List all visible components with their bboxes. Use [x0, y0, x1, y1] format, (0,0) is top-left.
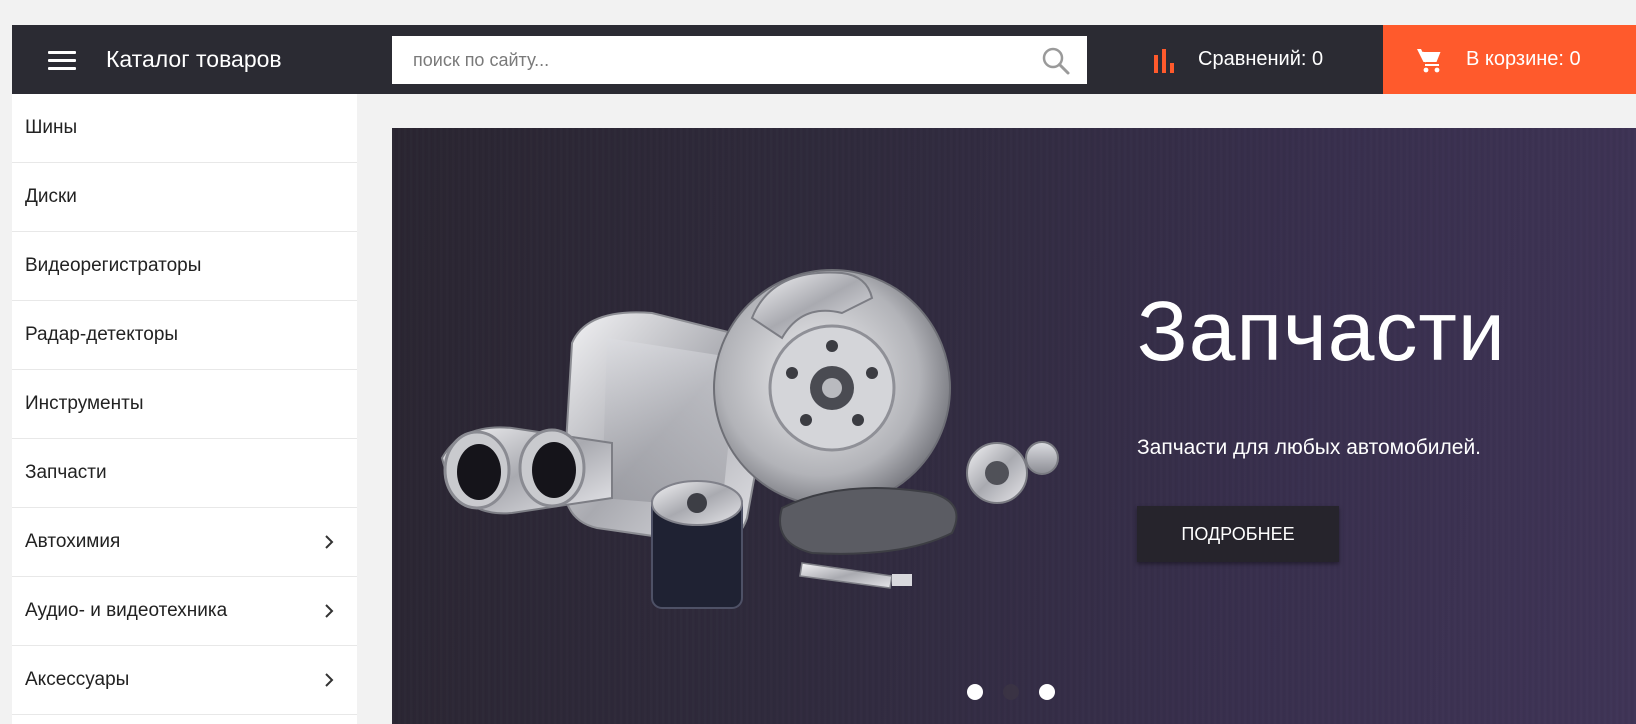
sidebar-item-label: Шины: [25, 117, 78, 138]
sidebar-item-tires[interactable]: Шины: [12, 94, 357, 163]
auto-parts-image: [440, 269, 1059, 609]
slide-dot-3[interactable]: [1039, 684, 1055, 700]
chevron-right-icon: [325, 535, 334, 549]
chevron-right-icon: [325, 604, 334, 618]
sidebar-item-audio-video[interactable]: Аудио- и видеотехника: [12, 577, 357, 646]
banner-subtitle: Запчасти для любых автомобилей.: [1137, 436, 1482, 459]
sidebar-item-label: Инструменты: [25, 393, 144, 414]
chevron-right-icon: [325, 673, 334, 687]
slide-dot-2[interactable]: [1003, 684, 1019, 700]
sidebar-item-dashcams[interactable]: Видеорегистраторы: [12, 232, 357, 301]
bar-chart-icon: [1154, 48, 1174, 73]
sidebar-item-label: Аксессуары: [25, 669, 130, 690]
sidebar-item-parts[interactable]: Запчасти: [12, 439, 357, 508]
details-button[interactable]: ПОДРОБНЕЕ: [1137, 506, 1339, 562]
sidebar-item-label: Радар-детекторы: [25, 324, 179, 345]
sidebar-item-label: Запчасти: [25, 462, 107, 483]
cart-button[interactable]: В корзине: 0: [1383, 25, 1636, 94]
catalog-label: Каталог товаров: [106, 46, 282, 72]
sidebar-item-autochemistry[interactable]: Автохимия: [12, 508, 357, 577]
sidebar-item-accessories[interactable]: Аксессуары: [12, 646, 357, 715]
sidebar-item-tools[interactable]: Инструменты: [12, 370, 357, 439]
slide-dot-1[interactable]: [967, 684, 983, 700]
search-input[interactable]: [392, 36, 1013, 84]
hero-banner: Запчасти Запчасти для любых автомобилей.…: [392, 128, 1636, 724]
top-bar: Каталог товаров Сравнений: 0 В корзине: …: [12, 25, 1636, 94]
sidebar-item-label: Видеорегистраторы: [25, 255, 202, 276]
sidebar-item-label: Автохимия: [25, 531, 121, 552]
slider-pagination: [967, 684, 1055, 700]
search-box: [392, 36, 1087, 84]
sidebar-item-label: Аудио- и видеотехника: [25, 600, 228, 621]
sidebar-item-wheels[interactable]: Диски: [12, 163, 357, 232]
hamburger-icon: [48, 51, 76, 70]
cart-icon: [1417, 48, 1441, 72]
search-icon[interactable]: [1041, 46, 1071, 76]
compare-link[interactable]: Сравнений: 0: [1152, 25, 1323, 94]
sidebar-item-radar-detectors[interactable]: Радар-детекторы: [12, 301, 357, 370]
category-sidebar: Шины Диски Видеорегистраторы Радар-детек…: [12, 94, 357, 724]
catalog-menu-button[interactable]: Каталог товаров: [12, 25, 357, 94]
cart-label: В корзине: 0: [1466, 48, 1581, 70]
banner-title: Запчасти: [1137, 284, 1506, 378]
compare-label: Сравнений: 0: [1198, 48, 1324, 70]
sidebar-item-label: Диски: [25, 186, 77, 207]
